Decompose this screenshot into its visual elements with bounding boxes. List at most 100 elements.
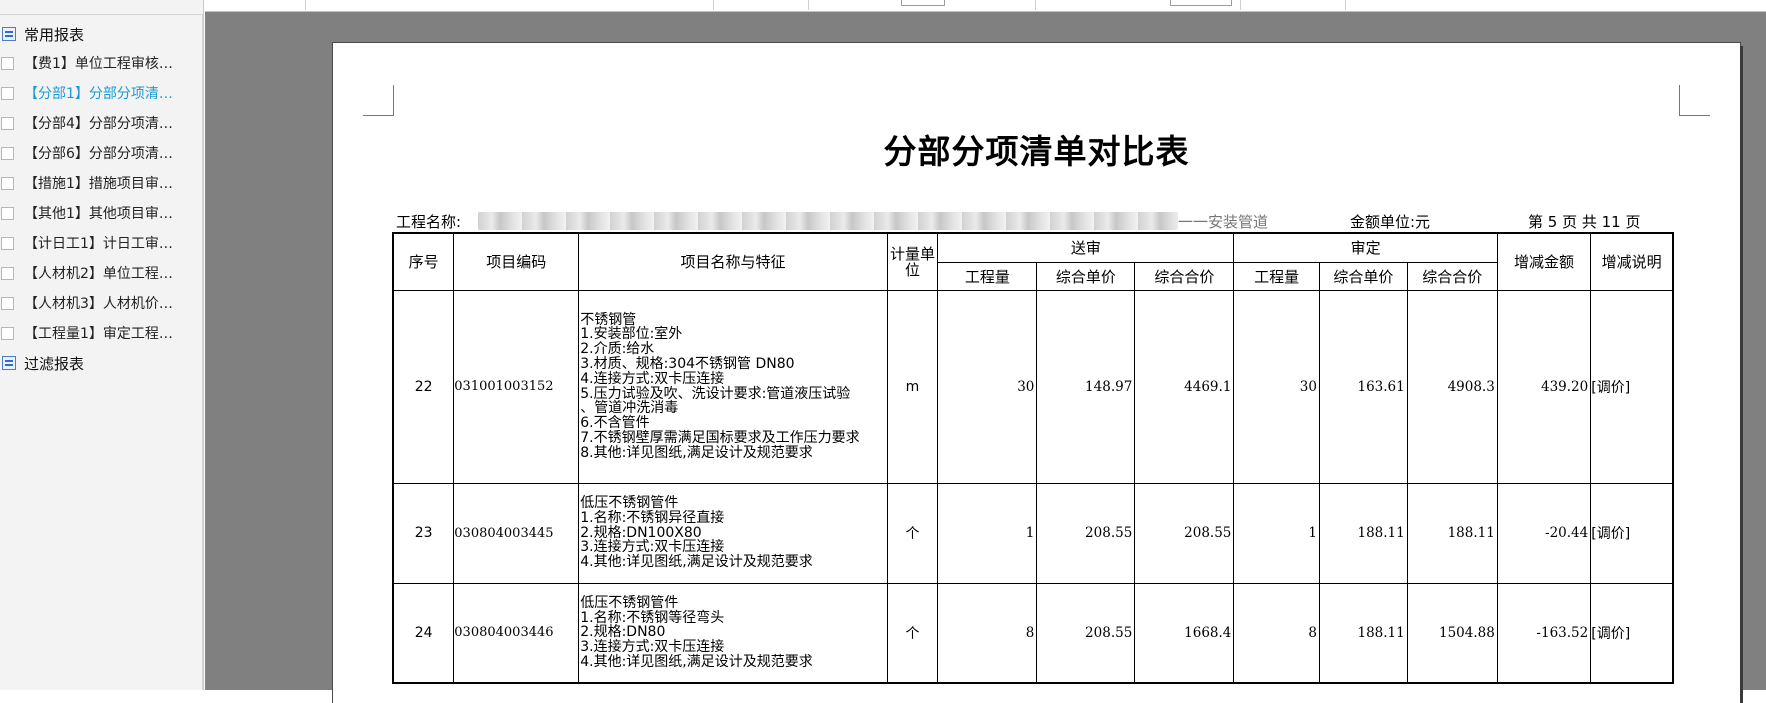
checkbox[interactable] xyxy=(1,206,14,220)
tree-item-resource3[interactable]: 【人材机3】人材机价… xyxy=(0,293,173,313)
cell-desc: 不锈钢管 1.安装部位:室外 2.介质:给水 3.材质、规格:304不锈钢管 DN80… xyxy=(578,289,888,484)
cell-approved-total: 188.11 xyxy=(1406,482,1498,584)
tree-group-label: 常用报表 xyxy=(24,25,85,44)
cell-approved-total: 1504.88 xyxy=(1406,582,1498,684)
tree-item-label: 【其他1】其他项目审… xyxy=(24,206,173,222)
report-title: 分部分项清单对比表 xyxy=(883,132,1190,171)
tree-item-label: 【人材机2】单位工程… xyxy=(24,266,173,282)
cell-unit: 个 xyxy=(886,582,939,684)
toolbar-divider xyxy=(808,0,809,10)
cell-approved-unit-price: 188.11 xyxy=(1318,582,1408,684)
header-code: 项目编码 xyxy=(453,232,580,291)
toolbar-field[interactable] xyxy=(1170,0,1232,6)
tree-item-resource2[interactable]: 【人材机2】单位工程… xyxy=(0,263,173,283)
report-tree-panel: 常用报表 【费1】单位工程审核… 【分部1】分部分项清… 【分部4】分部分项清…… xyxy=(0,0,204,690)
cell-submitted-qty: 8 xyxy=(937,582,1038,684)
tree-item-measure1[interactable]: 【措施1】措施项目审… xyxy=(0,173,173,193)
desc-line: 6.不含管件 xyxy=(580,415,650,432)
cell-change-amount: -20.44 xyxy=(1496,482,1592,584)
tree-item-label: 【分部6】分部分项清… xyxy=(24,146,173,162)
header-submitted-unit-price: 综合单价 xyxy=(1036,261,1136,291)
cell-submitted-qty: 1 xyxy=(937,482,1038,584)
cell-approved-unit-price: 163.61 xyxy=(1318,289,1408,484)
cell-code: 031001003152 xyxy=(453,289,580,484)
cell-submitted-unit-price: 148.97 xyxy=(1036,289,1136,484)
header-change-amount: 增减金额 xyxy=(1496,232,1592,291)
report-folder-icon xyxy=(2,356,16,370)
checkbox[interactable] xyxy=(1,56,14,70)
cell-change-note: [调价] xyxy=(1590,582,1674,684)
redacted-project-name xyxy=(478,212,1178,230)
cell-approved-unit-price: 188.11 xyxy=(1318,482,1408,584)
tree-item-label: 【工程量1】审定工程… xyxy=(24,326,173,342)
tree-item-label: 【人材机3】人材机价… xyxy=(24,296,173,312)
desc-line: 1.安装部位:室外 xyxy=(580,326,683,343)
desc-line: 低压不锈钢管件 xyxy=(580,495,679,511)
comparison-table: 序号 项目编码 项目名称与特征 计量单位 送审 审定 增减金额 增减说明 工程量… xyxy=(392,232,1674,684)
desc-line: 4.连接方式:双卡压连接 xyxy=(580,370,725,387)
report-page: 分部分项清单对比表 工程名称: 一一安装管道 金额单位:元 第 5 页 共 11… xyxy=(333,43,1740,703)
checkbox[interactable] xyxy=(1,176,14,190)
table-row: 22 031001003152 不锈钢管 1.安装部位:室外 2.介质:给水 3.材质… xyxy=(392,289,1674,484)
desc-line: 低压不锈钢管件 xyxy=(580,594,679,611)
desc-line: 7.不锈钢壁厚需满足国标要求及工作压力要求 xyxy=(580,429,860,446)
toolbar-divider xyxy=(1035,0,1036,10)
tree-group-filter-reports[interactable]: 过滤报表 xyxy=(2,353,84,373)
checkbox[interactable] xyxy=(1,296,14,310)
toolbar-divider xyxy=(713,0,714,10)
tree-item-label: 【分部4】分部分项清… xyxy=(24,116,173,132)
header-approved: 审定 xyxy=(1233,232,1498,263)
header-approved-total: 综合合价 xyxy=(1406,261,1498,291)
desc-line: 8.其他:详见图纸,满足设计及规范要求 xyxy=(580,444,813,461)
amount-unit: 金额单位:元 xyxy=(1350,213,1431,231)
cell-desc: 低压不锈钢管件 1.名称:不锈钢异径直接 2.规格:DN100X80 3.连接方式:双… xyxy=(578,482,888,584)
tree-item-label: 【分部1】分部分项清… xyxy=(24,86,173,102)
desc-line: 1.名称:不锈钢异径直接 xyxy=(580,509,725,526)
tree-item-label: 【计日工1】计日工审… xyxy=(24,236,173,252)
tree-group-common-reports[interactable]: 常用报表 xyxy=(2,24,84,44)
tree-group-label: 过滤报表 xyxy=(24,354,85,373)
tree-item-section4[interactable]: 【分部4】分部分项清… xyxy=(0,113,173,133)
cell-approved-total: 4908.3 xyxy=(1406,289,1498,484)
cell-submitted-total: 1668.4 xyxy=(1134,582,1235,684)
header-unit: 计量单位 xyxy=(886,232,939,291)
tree-item-quantity1[interactable]: 【工程量1】审定工程… xyxy=(0,323,173,343)
cell-submitted-qty: 30 xyxy=(937,289,1038,484)
desc-line: 5.压力试验及吹、洗设计要求:管道液压试验 xyxy=(580,385,851,402)
desc-line: 4.其他:详见图纸,满足设计及规范要求 xyxy=(580,554,813,571)
checkbox[interactable] xyxy=(1,266,14,280)
cell-unit: 个 xyxy=(886,482,939,584)
toolbar-divider xyxy=(1345,0,1346,10)
table-row: 23 030804003445 低压不锈钢管件 1.名称:不锈钢异径直接 2.规格:… xyxy=(392,482,1674,584)
checkbox[interactable] xyxy=(1,236,14,250)
desc-block: 低压不锈钢管件 1.名称:不锈钢等径弯头 2.规格:DN80 3.连接方式:双卡压连接… xyxy=(580,594,886,670)
desc-line: 2.介质:给水 xyxy=(580,341,655,358)
tree-item-section6[interactable]: 【分部6】分部分项清… xyxy=(0,143,173,163)
checkbox[interactable] xyxy=(1,116,14,130)
toolbar-strip xyxy=(205,0,1766,12)
tree-item-fee1[interactable]: 【费1】单位工程审核… xyxy=(0,53,173,73)
desc-block: 不锈钢管 1.安装部位:室外 2.介质:给水 3.材质、规格:304不锈钢管 DN80… xyxy=(580,312,886,461)
cell-submitted-unit-price: 208.55 xyxy=(1036,582,1136,684)
cell-submitted-total: 4469.1 xyxy=(1134,289,1235,484)
cell-approved-qty: 30 xyxy=(1233,289,1320,484)
tree-item-section1[interactable]: 【分部1】分部分项清… xyxy=(0,83,173,103)
checkbox[interactable] xyxy=(1,146,14,160)
desc-line: 4.其他:详见图纸,满足设计及规范要求 xyxy=(580,653,813,670)
desc-line: 3.连接方式:双卡压连接 xyxy=(580,639,725,656)
desc-line: 3.连接方式:双卡压连接 xyxy=(580,539,725,556)
checkbox[interactable] xyxy=(1,86,14,100)
cell-change-amount: -163.52 xyxy=(1496,582,1592,684)
header-submitted-total: 综合合价 xyxy=(1134,261,1235,291)
cell-approved-qty: 8 xyxy=(1233,582,1320,684)
cell-submitted-total: 208.55 xyxy=(1134,482,1235,584)
desc-line: 2.规格:DN80 xyxy=(580,624,666,641)
header-submitted: 送审 xyxy=(937,232,1235,263)
cell-change-note: [调价] xyxy=(1590,289,1674,484)
page-info: 第 5 页 共 11 页 xyxy=(1528,213,1641,231)
tree-item-other1[interactable]: 【其他1】其他项目审… xyxy=(0,203,173,223)
toolbar-field[interactable] xyxy=(901,0,945,6)
report-folder-icon xyxy=(2,27,16,41)
checkbox[interactable] xyxy=(1,326,14,340)
tree-item-daywork1[interactable]: 【计日工1】计日工审… xyxy=(0,233,173,253)
